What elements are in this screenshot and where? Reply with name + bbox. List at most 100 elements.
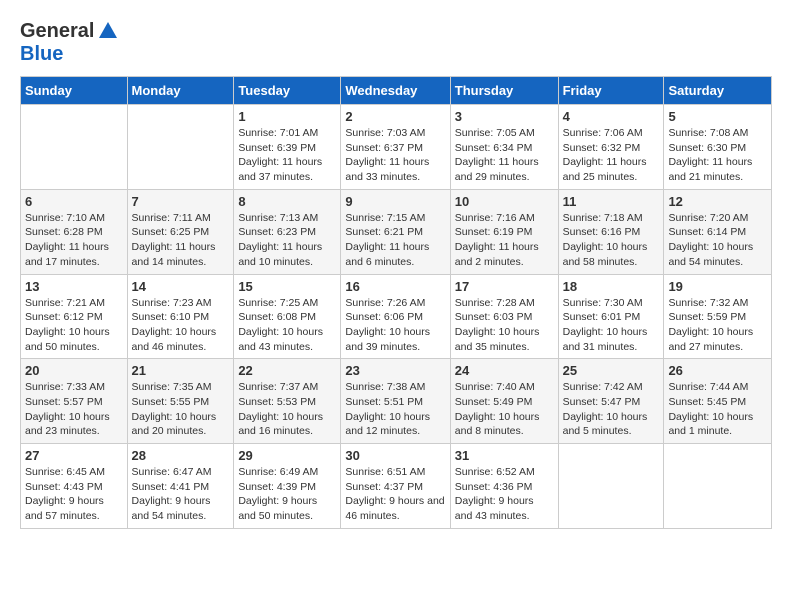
col-sunday: Sunday (21, 77, 128, 105)
calendar-cell: 12 Sunrise: 7:20 AMSunset: 6:14 PMDayligh… (664, 189, 772, 274)
cell-content: Sunrise: 6:49 AMSunset: 4:39 PMDaylight:… (238, 465, 336, 524)
calendar-cell: 21 Sunrise: 7:35 AMSunset: 5:55 PMDayligh… (127, 359, 234, 444)
calendar-week-row: 1 Sunrise: 7:01 AMSunset: 6:39 PMDaylight… (21, 105, 772, 190)
cell-content: Sunrise: 7:26 AMSunset: 6:06 PMDaylight:… (345, 296, 445, 355)
calendar-week-row: 20 Sunrise: 7:33 AMSunset: 5:57 PMDayligh… (21, 359, 772, 444)
calendar-cell: 19 Sunrise: 7:32 AMSunset: 5:59 PMDayligh… (664, 274, 772, 359)
cell-content: Sunrise: 7:33 AMSunset: 5:57 PMDaylight:… (25, 380, 123, 439)
day-number: 20 (25, 363, 123, 378)
day-number: 9 (345, 194, 445, 209)
calendar-cell: 14 Sunrise: 7:23 AMSunset: 6:10 PMDayligh… (127, 274, 234, 359)
day-number: 11 (563, 194, 660, 209)
day-number: 17 (455, 279, 554, 294)
col-monday: Monday (127, 77, 234, 105)
calendar-cell (664, 444, 772, 529)
col-tuesday: Tuesday (234, 77, 341, 105)
cell-content: Sunrise: 7:18 AMSunset: 6:16 PMDaylight:… (563, 211, 660, 270)
calendar-cell (21, 105, 128, 190)
logo-blue-text: Blue (20, 43, 63, 65)
day-number: 5 (668, 109, 767, 124)
cell-content: Sunrise: 6:51 AMSunset: 4:37 PMDaylight:… (345, 465, 445, 524)
calendar-cell: 2Sunrise: 7:03 AMSunset: 6:37 PMDaylight… (341, 105, 450, 190)
cell-content: Sunrise: 7:25 AMSunset: 6:08 PMDaylight:… (238, 296, 336, 355)
calendar-cell: 5 Sunrise: 7:08 AMSunset: 6:30 PMDaylight… (664, 105, 772, 190)
cell-content: Sunrise: 7:15 AMSunset: 6:21 PMDaylight:… (345, 211, 445, 270)
day-number: 4 (563, 109, 660, 124)
calendar-cell: 25 Sunrise: 7:42 AMSunset: 5:47 PMDayligh… (558, 359, 664, 444)
day-number: 1 (238, 109, 336, 124)
calendar-cell: 3 Sunrise: 7:05 AMSunset: 6:34 PMDaylight… (450, 105, 558, 190)
cell-content: Sunrise: 7:13 AMSunset: 6:23 PMDaylight:… (238, 211, 336, 270)
col-wednesday: Wednesday (341, 77, 450, 105)
day-number: 7 (132, 194, 230, 209)
calendar-cell: 9 Sunrise: 7:15 AMSunset: 6:21 PMDaylight… (341, 189, 450, 274)
logo: General Blue (20, 20, 119, 66)
cell-content: Sunrise: 7:10 AMSunset: 6:28 PMDaylight:… (25, 211, 123, 270)
calendar-cell: 17 Sunrise: 7:28 AMSunset: 6:03 PMDayligh… (450, 274, 558, 359)
day-number: 31 (455, 448, 554, 463)
cell-content: Sunrise: 7:05 AMSunset: 6:34 PMDaylight:… (455, 126, 554, 185)
col-thursday: Thursday (450, 77, 558, 105)
day-number: 10 (455, 194, 554, 209)
cell-content: Sunrise: 7:32 AMSunset: 5:59 PMDaylight:… (668, 296, 767, 355)
col-saturday: Saturday (664, 77, 772, 105)
cell-content: Sunrise: 7:28 AMSunset: 6:03 PMDaylight:… (455, 296, 554, 355)
day-number: 25 (563, 363, 660, 378)
calendar-cell: 27Sunrise: 6:45 AMSunset: 4:43 PMDayligh… (21, 444, 128, 529)
day-number: 26 (668, 363, 767, 378)
col-friday: Friday (558, 77, 664, 105)
cell-content: Sunrise: 7:23 AMSunset: 6:10 PMDaylight:… (132, 296, 230, 355)
calendar-cell: 24 Sunrise: 7:40 AMSunset: 5:49 PMDayligh… (450, 359, 558, 444)
cell-content: Sunrise: 7:44 AMSunset: 5:45 PMDaylight:… (668, 380, 767, 439)
cell-content: Sunrise: 7:40 AMSunset: 5:49 PMDaylight:… (455, 380, 554, 439)
calendar-cell: 20 Sunrise: 7:33 AMSunset: 5:57 PMDayligh… (21, 359, 128, 444)
calendar-cell: 16Sunrise: 7:26 AMSunset: 6:06 PMDayligh… (341, 274, 450, 359)
calendar-cell: 23Sunrise: 7:38 AMSunset: 5:51 PMDayligh… (341, 359, 450, 444)
cell-content: Sunrise: 7:30 AMSunset: 6:01 PMDaylight:… (563, 296, 660, 355)
cell-content: Sunrise: 6:52 AMSunset: 4:36 PMDaylight:… (455, 465, 554, 524)
cell-content: Sunrise: 7:37 AMSunset: 5:53 PMDaylight:… (238, 380, 336, 439)
day-number: 15 (238, 279, 336, 294)
cell-content: Sunrise: 7:21 AMSunset: 6:12 PMDaylight:… (25, 296, 123, 355)
calendar-table: Sunday Monday Tuesday Wednesday Thursday… (20, 76, 772, 529)
calendar-cell (558, 444, 664, 529)
calendar-cell: 15 Sunrise: 7:25 AMSunset: 6:08 PMDayligh… (234, 274, 341, 359)
calendar-cell: 8 Sunrise: 7:13 AMSunset: 6:23 PMDaylight… (234, 189, 341, 274)
logo-icon (97, 20, 119, 42)
calendar-cell: 11 Sunrise: 7:18 AMSunset: 6:16 PMDayligh… (558, 189, 664, 274)
day-number: 30 (345, 448, 445, 463)
cell-content: Sunrise: 7:06 AMSunset: 6:32 PMDaylight:… (563, 126, 660, 185)
calendar-week-row: 27Sunrise: 6:45 AMSunset: 4:43 PMDayligh… (21, 444, 772, 529)
calendar-cell: 7 Sunrise: 7:11 AMSunset: 6:25 PMDaylight… (127, 189, 234, 274)
cell-content: Sunrise: 7:38 AMSunset: 5:51 PMDaylight:… (345, 380, 445, 439)
cell-content: Sunrise: 7:11 AMSunset: 6:25 PMDaylight:… (132, 211, 230, 270)
calendar-cell: 1 Sunrise: 7:01 AMSunset: 6:39 PMDaylight… (234, 105, 341, 190)
day-number: 12 (668, 194, 767, 209)
calendar-cell: 6 Sunrise: 7:10 AMSunset: 6:28 PMDaylight… (21, 189, 128, 274)
day-number: 21 (132, 363, 230, 378)
calendar-cell: 18Sunrise: 7:30 AMSunset: 6:01 PMDayligh… (558, 274, 664, 359)
day-number: 24 (455, 363, 554, 378)
cell-content: Sunrise: 7:01 AMSunset: 6:39 PMDaylight:… (238, 126, 336, 185)
calendar-cell: 29 Sunrise: 6:49 AMSunset: 4:39 PMDayligh… (234, 444, 341, 529)
day-number: 28 (132, 448, 230, 463)
cell-content: Sunrise: 7:42 AMSunset: 5:47 PMDaylight:… (563, 380, 660, 439)
cell-content: Sunrise: 7:03 AMSunset: 6:37 PMDaylight:… (345, 126, 445, 185)
calendar-header-row: Sunday Monday Tuesday Wednesday Thursday… (21, 77, 772, 105)
calendar-cell: 4 Sunrise: 7:06 AMSunset: 6:32 PMDaylight… (558, 105, 664, 190)
calendar-cell: 22Sunrise: 7:37 AMSunset: 5:53 PMDayligh… (234, 359, 341, 444)
day-number: 14 (132, 279, 230, 294)
cell-content: Sunrise: 7:16 AMSunset: 6:19 PMDaylight:… (455, 211, 554, 270)
cell-content: Sunrise: 7:20 AMSunset: 6:14 PMDaylight:… (668, 211, 767, 270)
day-number: 27 (25, 448, 123, 463)
day-number: 19 (668, 279, 767, 294)
calendar-week-row: 6 Sunrise: 7:10 AMSunset: 6:28 PMDaylight… (21, 189, 772, 274)
page-header: General Blue (20, 20, 772, 66)
cell-content: Sunrise: 7:08 AMSunset: 6:30 PMDaylight:… (668, 126, 767, 185)
day-number: 3 (455, 109, 554, 124)
cell-content: Sunrise: 7:35 AMSunset: 5:55 PMDaylight:… (132, 380, 230, 439)
day-number: 8 (238, 194, 336, 209)
day-number: 29 (238, 448, 336, 463)
calendar-cell: 26 Sunrise: 7:44 AMSunset: 5:45 PMDayligh… (664, 359, 772, 444)
day-number: 6 (25, 194, 123, 209)
